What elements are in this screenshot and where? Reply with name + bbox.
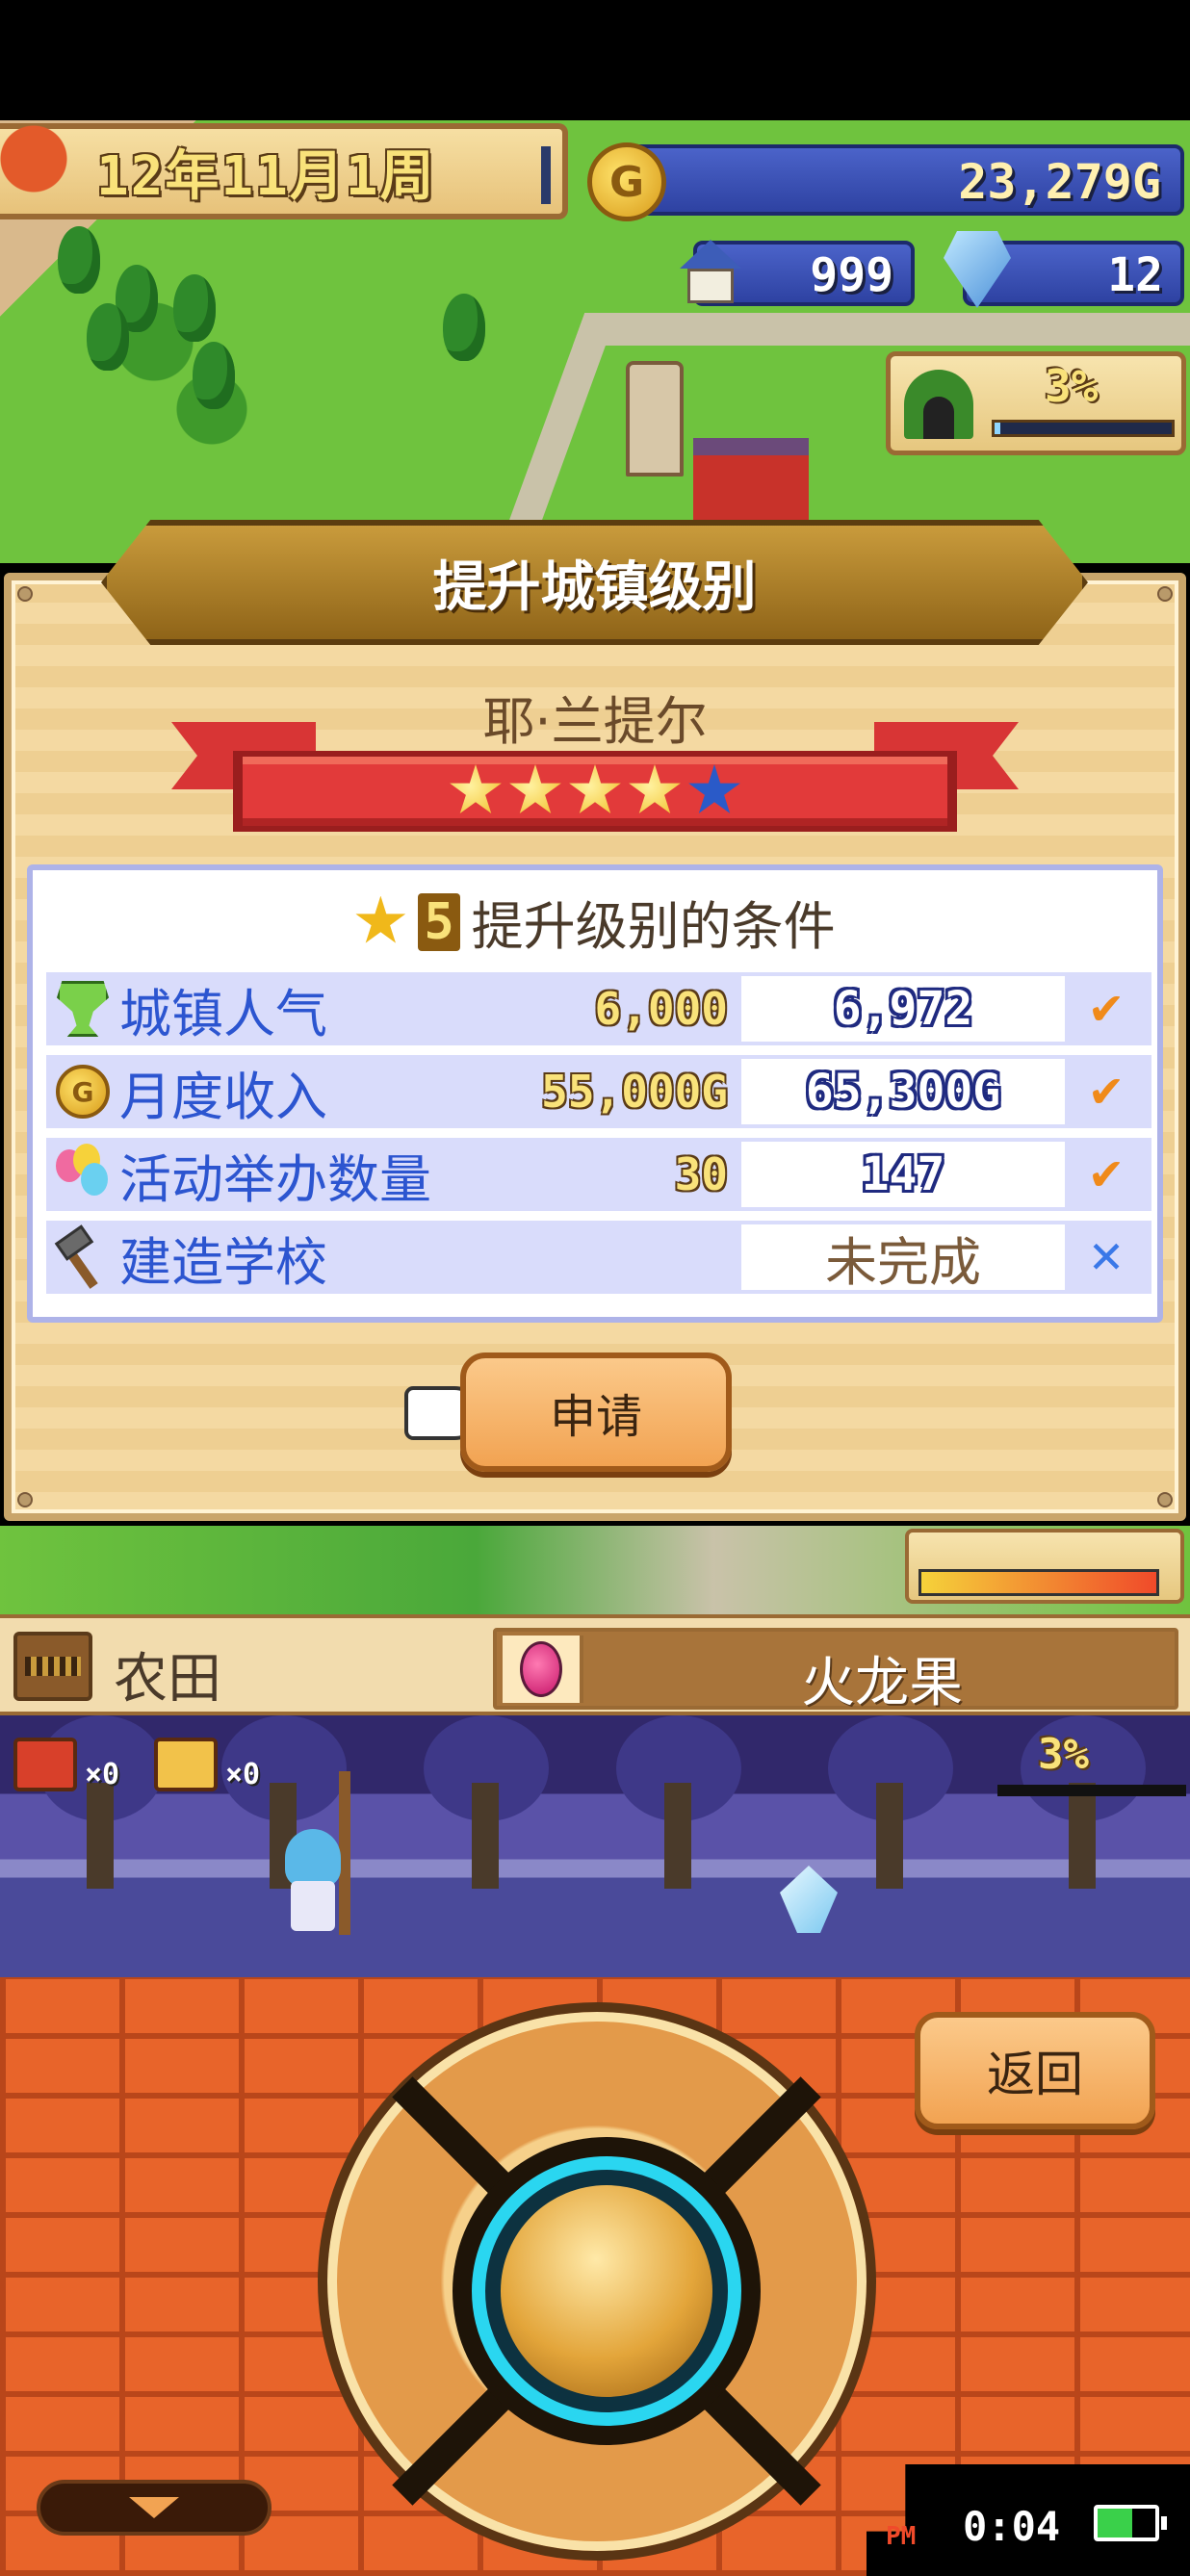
star-icon — [355, 895, 406, 943]
condition-required: 55,000G — [541, 1066, 728, 1118]
exploration-meter[interactable]: 3% — [886, 351, 1186, 455]
forest-trunk — [664, 1783, 691, 1889]
conditions-panel: 5 提升级别的条件 城镇人气 6,000 6,972 ✔ G 月度收入 55,0… — [27, 864, 1163, 1323]
gold-coin-icon: G — [587, 142, 666, 221]
tree — [87, 303, 129, 371]
check-icon: ✔ — [1087, 1148, 1125, 1200]
clock-time: 0:04 — [963, 2503, 1061, 2550]
dialog-title: 提升城镇级别 — [432, 555, 757, 619]
condition-label: 活动举办数量 — [119, 1148, 431, 1210]
exploration-progress-percent: 3% — [1038, 1730, 1089, 1779]
crop-name: 火龙果 — [801, 1652, 963, 1714]
battery-level — [1098, 2509, 1132, 2537]
cross-icon: ✕ — [1087, 1231, 1125, 1283]
crop-panel: 火龙果 — [493, 1628, 1178, 1714]
gold-star-icon — [450, 764, 502, 813]
gold-star-icon — [509, 764, 561, 813]
balloons-icon — [46, 1138, 119, 1211]
condition-required: 30 — [674, 1148, 728, 1200]
blue-star-icon — [688, 764, 740, 813]
cave-icon — [904, 370, 973, 439]
gem-value: 12 — [1107, 248, 1163, 302]
condition-label: 城镇人气 — [119, 983, 327, 1044]
mini-gauge-fill — [918, 1569, 1159, 1596]
gold-chest-count: ×0 — [225, 1758, 261, 1791]
check-icon: ✔ — [1087, 983, 1125, 1035]
gold-chest-icon — [154, 1738, 218, 1791]
dragon-fruit-icon — [503, 1636, 583, 1703]
facility-name: 农田 — [114, 1648, 221, 1711]
red-chest-count: ×0 — [85, 1758, 120, 1791]
tree — [173, 274, 216, 342]
forest-trunk — [876, 1783, 903, 1889]
date-divider — [541, 146, 551, 204]
conditions-header: 5 提升级别的条件 — [33, 884, 1157, 960]
condition-row-popularity: 城镇人气 6,000 6,972 ✔ — [46, 972, 1151, 1045]
tree — [58, 226, 100, 294]
directional-pad[interactable] — [318, 2002, 876, 2561]
gold-star-icon — [629, 764, 681, 813]
forest-trunk — [87, 1783, 114, 1889]
population-value: 999 — [810, 248, 893, 302]
windmill-building — [626, 361, 684, 477]
date-text: 12年11月1周 — [96, 144, 436, 208]
condition-row-school: 建造学校 未完成 ✕ — [46, 1221, 1151, 1294]
exploration-bar-fill — [995, 423, 1000, 434]
back-button[interactable]: 返回 — [915, 2012, 1155, 2129]
action-button[interactable] — [501, 2185, 712, 2397]
corner-rivet — [17, 586, 33, 602]
rank-ribbon — [171, 722, 1019, 837]
rank-stars — [233, 751, 957, 832]
condition-label: 建造学校 — [119, 1231, 327, 1293]
check-icon: ✔ — [1087, 1066, 1125, 1118]
gold-star-icon — [569, 764, 621, 813]
forest-trunk — [472, 1783, 499, 1889]
exploration-progress-bar — [997, 1785, 1186, 1796]
date-display: 12年11月1周 — [0, 116, 568, 219]
target-level: 5 — [418, 892, 460, 951]
condition-required: 6,000 — [594, 983, 728, 1035]
trophy-icon — [46, 972, 119, 1045]
condition-current: 65,300G — [741, 1059, 1065, 1124]
condition-current: 未完成 — [741, 1224, 1065, 1293]
forest-trunk — [1069, 1783, 1096, 1889]
chevron-down-icon — [129, 2497, 179, 2518]
corner-rivet — [17, 1492, 33, 1507]
exploration-bar — [992, 420, 1175, 437]
money-value: 23,279G — [958, 154, 1161, 210]
dialog-title-banner: 提升城镇级别 — [101, 520, 1088, 645]
house-icon — [674, 236, 747, 309]
facility-info-bar: 农田 火龙果 — [0, 1614, 1190, 1715]
top-letterbox — [0, 0, 1190, 120]
corner-rivet — [1157, 1492, 1173, 1507]
money-display: 23,279G — [616, 144, 1184, 216]
explorer-character — [279, 1829, 347, 1935]
farm-icon — [13, 1632, 92, 1701]
red-chest-icon — [13, 1738, 77, 1791]
hammer-icon — [46, 1221, 119, 1294]
tree — [193, 342, 235, 409]
conditions-title: 提升级别的条件 — [471, 896, 836, 957]
menu-toggle-button[interactable] — [37, 2480, 272, 2536]
corner-rivet — [1157, 586, 1173, 602]
maple-leaf-icon — [0, 116, 77, 202]
tree — [443, 294, 485, 361]
coin-icon: G — [46, 1055, 119, 1128]
condition-row-income: G 月度收入 55,000G 65,300G ✔ — [46, 1055, 1151, 1128]
condition-label: 月度收入 — [119, 1066, 327, 1127]
condition-current: 147 — [741, 1142, 1065, 1207]
apply-button[interactable]: 申请 — [460, 1352, 732, 1472]
am-pm-label: PM — [886, 2522, 917, 2551]
exploration-percent: 3% — [1045, 360, 1099, 412]
condition-current: 6,972 — [741, 976, 1065, 1042]
condition-row-events: 活动举办数量 30 147 ✔ — [46, 1138, 1151, 1211]
mini-gauge — [905, 1529, 1184, 1604]
battery-icon — [1094, 2505, 1167, 2541]
barn-building — [693, 438, 809, 525]
